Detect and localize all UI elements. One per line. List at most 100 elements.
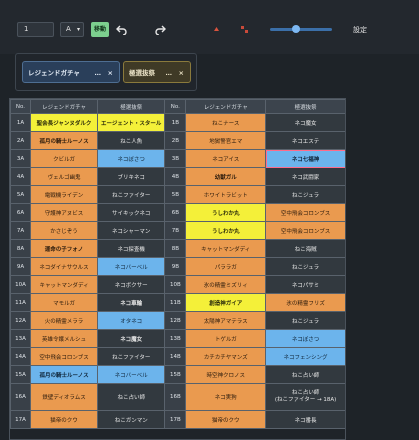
table-row: 7A かさじぞう ネコシャーマン 7B うしわか丸 空中飛会コロンブス	[10, 221, 345, 240]
shuffle-icon[interactable]	[241, 26, 248, 33]
gokusen-cell-left[interactable]: ねこ占い師	[97, 383, 166, 411]
gokusen-cell-left[interactable]: オタネコ	[97, 311, 166, 330]
legend-cell-right[interactable]: ホワイトラビット	[185, 185, 267, 204]
gokusen-cell-left[interactable]: ネコぼさつ	[97, 149, 166, 168]
gokusen-cell-left[interactable]: ねこ人魚	[97, 131, 166, 150]
gokusen-cell-right[interactable]: 空中飛会コロンブス	[265, 221, 345, 240]
legend-cell-right[interactable]: ネコアイス	[185, 149, 267, 168]
legend-cell-left[interactable]: 空中飛会コロンブス	[29, 347, 99, 366]
gokusen-cell-right[interactable]: ネコ七福神	[265, 149, 345, 168]
close-icon[interactable]: ×	[179, 62, 184, 84]
row-number-right: 13B	[164, 329, 187, 348]
settings-button[interactable]: 設定	[353, 25, 367, 35]
legend-cell-right[interactable]: うしわか丸	[185, 221, 267, 240]
undo-icon[interactable]	[116, 23, 128, 35]
gokusen-cell-right[interactable]: ネコエステ	[265, 131, 345, 150]
legend-cell-left[interactable]: 孤月の騎士ルーノス	[29, 365, 99, 384]
legend-cell-right[interactable]: うしわか丸	[185, 203, 267, 222]
legend-cell-left[interactable]: 鉄壁ディオラムス	[29, 383, 99, 411]
gokusen-cell-right[interactable]: ネコ番長	[265, 410, 345, 429]
legend-cell-left[interactable]: キャットマンダディ	[29, 275, 99, 294]
gokusen-cell-right[interactable]: ねこ占い師	[265, 365, 345, 384]
gokusen-cell-left[interactable]: ねこファイター	[97, 347, 166, 366]
gokusen-cell-left[interactable]: ねこガンマン	[97, 410, 166, 429]
gokusen-cell-right[interactable]: ねこジュラ	[265, 311, 345, 330]
gokusen-cell-left[interactable]: ブリキネコ	[97, 167, 166, 186]
legend-cell-left[interactable]: ヴェルゴ幽鬼	[29, 167, 99, 186]
legend-cell-left[interactable]: 猫帝のクウ	[29, 410, 99, 429]
gokusen-cell-left[interactable]: サイキックネコ	[97, 203, 166, 222]
legend-cell-right[interactable]: 太陽神アマテラス	[185, 311, 267, 330]
marker-icon[interactable]	[214, 27, 219, 31]
gokusen-cell-left[interactable]: ネコバーベル	[97, 257, 166, 276]
legend-cell-right[interactable]: 地獄警官エマ	[185, 131, 267, 150]
header-legend-left: レジェンドガチャ	[29, 99, 99, 114]
row-number-right: 10B	[164, 275, 187, 294]
legend-cell-left[interactable]: マモルガ	[29, 293, 99, 312]
legend-cell-right[interactable]: 幼獣ガル	[185, 167, 267, 186]
gokusen-cell-right[interactable]: ネコフェンシング	[265, 347, 345, 366]
zoom-slider[interactable]	[270, 28, 332, 31]
legend-cell-right[interactable]: 創造神ガイア	[185, 293, 267, 312]
gokusen-cell-left[interactable]: ネコ車輪	[97, 293, 166, 312]
legend-cell-right[interactable]: 猫帝のクウ	[185, 410, 267, 429]
legend-cell-left[interactable]: 英雄令嬢メルシュ	[29, 329, 99, 348]
legend-cell-right[interactable]: カチカチヤマンズ	[185, 347, 267, 366]
header-no-left: No.	[10, 99, 31, 114]
gokusen-cell-right[interactable]: ねこ占い師 (ねこファイター → 18A)	[265, 383, 345, 411]
gacha-table-container[interactable]: No. レジェンドガチャ 極選抜祭 No. レジェンドガチャ 極選抜祭 1A 聖会…	[9, 98, 346, 440]
page-number-input[interactable]: 1	[17, 22, 54, 37]
row-number-right: 9B	[164, 257, 187, 276]
legend-cell-right[interactable]: ネコ実狗	[185, 383, 267, 411]
gokusen-cell-right[interactable]: ねこ海賊	[265, 239, 345, 258]
gokusen-cell-right[interactable]: 氷の精霊フリズ	[265, 293, 345, 312]
gokusen-cell-left[interactable]: ネコ探査機	[97, 239, 166, 258]
legend-cell-left[interactable]: ネコダイナサウルス	[29, 257, 99, 276]
gokusen-cell-right[interactable]: ネコぼさつ	[265, 329, 345, 348]
event-chip-legend[interactable]: レジェンドガチャ … ×	[22, 61, 120, 83]
gokusen-cell-right[interactable]: ねこジュラ	[265, 257, 345, 276]
gokusen-cell-right[interactable]: 空中飛会コロンブス	[265, 203, 345, 222]
row-number-right: 17B	[164, 410, 187, 429]
row-number-left: 6A	[10, 203, 31, 222]
gokusen-cell-left[interactable]: ネコバーベル	[97, 365, 166, 384]
legend-cell-left[interactable]: かさじぞう	[29, 221, 99, 240]
gokusen-cell-right[interactable]: ネコ武闘家	[265, 167, 345, 186]
legend-cell-left[interactable]: 電戦機ライデン	[29, 185, 99, 204]
zoom-slider-handle[interactable]	[292, 25, 300, 33]
legend-cell-left[interactable]: 運命の子フォノ	[29, 239, 99, 258]
close-icon[interactable]: ×	[108, 62, 113, 84]
more-icon[interactable]: …	[95, 62, 102, 84]
legend-cell-left[interactable]: 聖会長ジャンヌダルク	[29, 113, 99, 132]
legend-cell-left[interactable]: 火の精霊メララ	[29, 311, 99, 330]
move-button[interactable]: 移動	[91, 22, 109, 37]
legend-cell-right[interactable]: キャットマンダディ	[185, 239, 267, 258]
gokusen-cell-right[interactable]: ねこジュラ	[265, 185, 345, 204]
legend-cell-left[interactable]: クビルガ	[29, 149, 99, 168]
event-chip-gokusen[interactable]: 極選抜祭 … ×	[123, 61, 191, 83]
legend-cell-left[interactable]: 孤月の騎士ルーノス	[29, 131, 99, 150]
gokusen-cell-left[interactable]: ねこファイター	[97, 185, 166, 204]
table-header-row: No. レジェンドガチャ 極選抜祭 No. レジェンドガチャ 極選抜祭	[10, 99, 345, 114]
gokusen-cell-right[interactable]: ネコパサミ	[265, 275, 345, 294]
chevron-down-icon: ▾	[76, 26, 80, 33]
legend-cell-right[interactable]: パララガ	[185, 257, 267, 276]
gokusen-cell-left[interactable]: ネコ魔女	[97, 329, 166, 348]
legend-cell-right[interactable]: トゲルガ	[185, 329, 267, 348]
gokusen-cell-left[interactable]: エージェント・スタール	[97, 113, 166, 132]
legend-cell-left[interactable]: 守護神アヌビス	[29, 203, 99, 222]
legend-cell-right[interactable]: ねこナース	[185, 113, 267, 132]
gokusen-cell-left[interactable]: ネコシャーマン	[97, 221, 166, 240]
legend-cell-right[interactable]: 時空神クロノス	[185, 365, 267, 384]
gokusen-cell-left[interactable]: ネコボクサー	[97, 275, 166, 294]
gokusen-cell-right[interactable]: ネコ魔女	[265, 113, 345, 132]
table-row: 1A 聖会長ジャンヌダルク エージェント・スタール 1B ねこナース ネコ魔女	[10, 113, 345, 132]
table-row: 4A ヴェルゴ幽鬼 ブリキネコ 4B 幼獣ガル ネコ武闘家	[10, 167, 345, 186]
legend-cell-right[interactable]: 氷の精霊ミズリィ	[185, 275, 267, 294]
redo-icon[interactable]	[154, 23, 166, 35]
more-icon[interactable]: …	[166, 62, 173, 84]
column-select[interactable]: A ▾	[60, 22, 84, 37]
row-number-left: 2A	[10, 131, 31, 150]
row-number-right: 11B	[164, 293, 187, 312]
table-row: 11A マモルガ ネコ車輪 11B 創造神ガイア 氷の精霊フリズ	[10, 293, 345, 312]
